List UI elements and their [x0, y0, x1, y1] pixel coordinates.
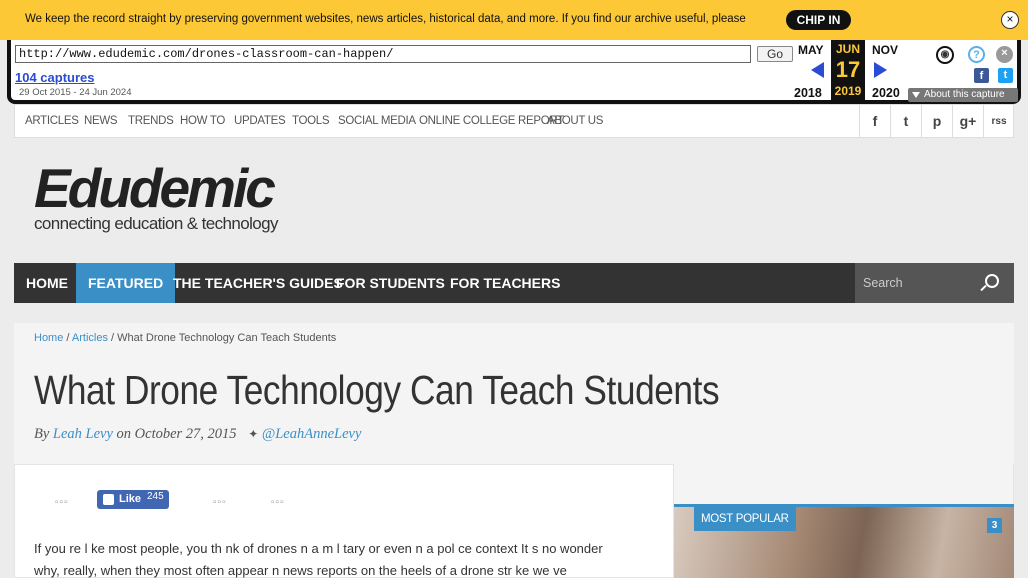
breadcrumb-home[interactable]: Home	[34, 332, 63, 344]
next-month[interactable]: NOV	[872, 43, 898, 57]
article-header: Home / Articles / What Drone Technology …	[14, 323, 1014, 464]
wayback-toolbar: http://www.edudemic.com/drones-classroom…	[7, 40, 1021, 104]
close-icon[interactable]: ×	[1001, 11, 1019, 29]
byline-date: on October 27, 2015	[116, 426, 237, 442]
menu-for-teachers[interactable]: FOR TEACHERS	[438, 263, 572, 303]
like-count: 245	[147, 491, 164, 502]
author-link[interactable]: Leah Levy	[53, 426, 113, 442]
menu-for-students[interactable]: FOR STUDENTS	[324, 263, 457, 303]
nav-social-media[interactable]: SOCIAL MEDIA	[338, 115, 416, 127]
next-capture-icon[interactable]	[874, 62, 887, 78]
share-placeholder-icon[interactable]: ▫▫▫	[271, 497, 285, 508]
paragraph-line: If you re l ke most people, you th nk of…	[34, 541, 603, 556]
current-year: 2019	[834, 84, 862, 98]
search-box	[855, 263, 1014, 303]
top-navigation: ARTICLES NEWS TRENDS HOW TO UPDATES TOOL…	[14, 104, 1014, 138]
article-title: What Drone Technology Can Teach Students	[34, 367, 720, 413]
site-header: Edudemic connecting education & technolo…	[14, 138, 1014, 263]
nav-trends[interactable]: TRENDS	[128, 115, 174, 127]
prev-year[interactable]: 2018	[794, 86, 822, 100]
share-placeholder-icon[interactable]: ▫▫▫	[213, 497, 227, 508]
byline: By Leah Levy on October 27, 2015 ✦ @Leah…	[34, 426, 361, 443]
captures-link[interactable]: 104 captures	[15, 70, 95, 85]
next-year[interactable]: 2020	[872, 86, 900, 100]
twitter-share-icon[interactable]: t	[998, 68, 1013, 83]
nav-about-us[interactable]: ABOUT US	[547, 115, 603, 127]
current-capture: JUN 17 2019	[831, 40, 865, 100]
nav-how-to[interactable]: HOW TO	[180, 115, 225, 127]
donation-banner: We keep the record straight by preservin…	[0, 0, 1028, 40]
most-popular-widget[interactable]: MOST POPULAR 3	[674, 504, 1014, 578]
share-placeholder-icon[interactable]: ▫▫▫	[55, 497, 69, 508]
prev-capture-icon[interactable]	[811, 62, 824, 78]
site-tagline: connecting education & technology	[34, 214, 279, 233]
close-toolbar-icon[interactable]: ×	[996, 46, 1013, 63]
capture-range: 29 Oct 2015 - 24 Jun 2024	[19, 87, 132, 98]
prev-month[interactable]: MAY	[798, 43, 824, 57]
nav-updates[interactable]: UPDATES	[234, 115, 286, 127]
url-input[interactable]: http://www.edudemic.com/drones-classroom…	[15, 45, 751, 63]
rss-icon[interactable]: rss	[983, 105, 1014, 137]
twitter-handle-link[interactable]: @LeahAnneLevy	[262, 426, 362, 442]
article-paragraph: If you re l ke most people, you th nk of…	[34, 538, 659, 578]
facebook-like-button[interactable]: Like 245	[97, 490, 169, 509]
breadcrumb-current: What Drone Technology Can Teach Students	[117, 332, 337, 344]
twitter-bird-icon: ✦	[248, 427, 259, 441]
nav-online-college-report[interactable]: ONLINE COLLEGE REPORT	[419, 115, 564, 127]
facebook-icon[interactable]: f	[859, 105, 890, 137]
chip-in-button[interactable]: CHIP IN	[786, 10, 851, 30]
go-button[interactable]: Go	[757, 46, 793, 62]
paragraph-line: why, really, when they most often appear…	[34, 563, 567, 578]
menu-home[interactable]: HOME	[14, 263, 80, 303]
breadcrumb-articles[interactable]: Articles	[72, 332, 108, 344]
twitter-icon[interactable]: t	[890, 105, 921, 137]
popular-post-number: 3	[987, 518, 1002, 533]
main-menu: HOME FEATURED THE TEACHER'S GUIDES FOR S…	[14, 263, 1014, 303]
breadcrumb-separator: /	[66, 332, 70, 344]
article-body: ▫▫▫ Like 245 ▫▫▫ ▫▫▫ If you re l ke most…	[14, 464, 674, 578]
nav-articles[interactable]: ARTICLES	[25, 115, 79, 127]
facebook-share-icon[interactable]: f	[974, 68, 989, 83]
google-plus-icon[interactable]: g+	[952, 105, 983, 137]
help-icon[interactable]: ?	[968, 46, 985, 63]
most-popular-label: MOST POPULAR	[694, 507, 796, 531]
current-day: 17	[835, 57, 861, 82]
nav-tools[interactable]: TOOLS	[292, 115, 330, 127]
breadcrumb: Home / Articles / What Drone Technology …	[34, 332, 336, 344]
about-capture-button[interactable]: About this capture	[908, 88, 1018, 102]
site-logo[interactable]: Edudemic	[34, 156, 276, 220]
search-input[interactable]	[863, 273, 973, 293]
like-label: Like	[119, 493, 142, 505]
search-icon[interactable]	[985, 274, 999, 288]
banner-text: We keep the record straight by preservin…	[25, 13, 746, 25]
sidebar: MOST POPULAR 3	[674, 464, 1014, 578]
account-icon[interactable]: ◉	[936, 46, 954, 64]
nav-news[interactable]: NEWS	[84, 115, 118, 127]
current-month: JUN	[835, 42, 860, 56]
pinterest-icon[interactable]: p	[921, 105, 952, 137]
thumbs-up-icon	[103, 494, 114, 505]
breadcrumb-separator: /	[111, 332, 115, 344]
byline-by: By	[34, 426, 50, 442]
